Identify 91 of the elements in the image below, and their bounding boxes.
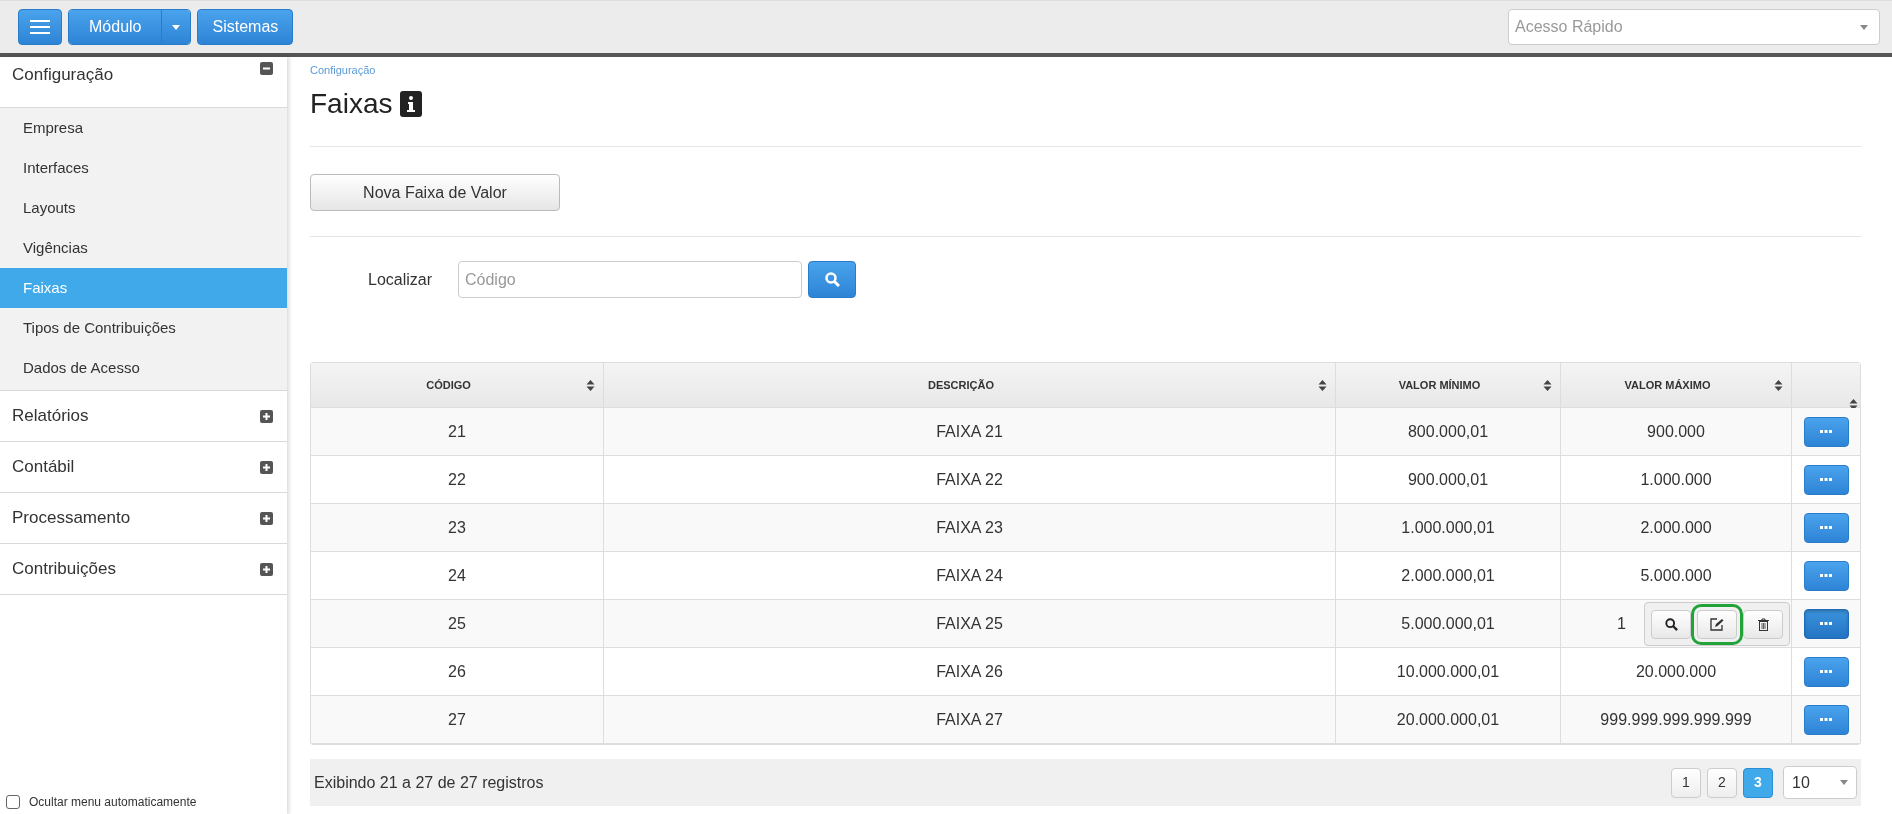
table-cell-text: 20.000.000 [1635, 661, 1717, 682]
quick-access-select[interactable]: Acesso Rápido [1508, 9, 1880, 45]
table-cell-text: 900.000,01 [1407, 469, 1489, 490]
table-cell-text: 2.000.000,01 [1401, 565, 1495, 586]
delete-button[interactable] [1743, 609, 1783, 639]
view-button[interactable] [1651, 609, 1691, 639]
table-cell-text: 1.000.000 [1640, 469, 1712, 490]
sidebar-section[interactable]: Relatórios [0, 391, 287, 442]
table-cell-text: 26 [448, 661, 466, 682]
sort-icon[interactable] [1849, 398, 1858, 411]
table-cell-text: 2.000.000 [1640, 517, 1712, 538]
sidebar-item[interactable]: Dados de Acesso [0, 348, 287, 388]
sort-icon[interactable] [1543, 378, 1552, 392]
new-range-button[interactable]: Nova Faixa de Valor [310, 174, 560, 211]
caret-icon [1860, 25, 1868, 30]
search-button[interactable] [808, 261, 856, 298]
table-cell-text: FAIXA 23 [936, 517, 1003, 538]
sidebar-section[interactable]: Contribuições [0, 544, 287, 595]
menu-icon [30, 20, 50, 34]
dropdown-button[interactable] [162, 10, 191, 44]
table-cell-text: 1 [1617, 613, 1626, 634]
table-cell-text: FAIXA 22 [936, 469, 1003, 490]
table-cell-text: 10.000.000,01 [1396, 661, 1500, 682]
edit-icon [1710, 617, 1724, 631]
row-menu-button[interactable] [1803, 464, 1849, 495]
sidebar-section[interactable]: Contábil [0, 442, 287, 493]
row-menu-button[interactable] [1803, 608, 1849, 639]
menu-button[interactable] [18, 9, 62, 45]
sort-icon[interactable] [1774, 378, 1783, 392]
table-cell-text: 5.000.000 [1640, 565, 1712, 586]
ellipsis-icon [1820, 478, 1832, 481]
search-field[interactable]: Código [458, 261, 802, 298]
table-cell-text: 24 [448, 565, 466, 586]
table-cell-text: 20.000.000,01 [1396, 709, 1500, 730]
trash-icon [1757, 617, 1769, 631]
table-cell-text: 21 [448, 421, 466, 442]
table-cell-text: FAIXA 21 [936, 421, 1003, 442]
page-button[interactable]: 2 [1707, 767, 1737, 798]
checkbox[interactable] [6, 795, 20, 809]
row-menu-button[interactable] [1803, 416, 1849, 447]
sidebar-section[interactable]: Processamento [0, 493, 287, 544]
row-menu-button[interactable] [1803, 560, 1849, 591]
table-cell-text: 22 [448, 469, 466, 490]
column-header[interactable]: VALOR MÍNIMO [1336, 376, 1543, 394]
records-summary: Exibindo 21 a 27 de 27 registros [314, 772, 545, 793]
ellipsis-icon [1820, 718, 1832, 721]
sidebar-item[interactable]: Empresa [0, 108, 287, 148]
row-menu-button[interactable] [1803, 704, 1849, 735]
sidebar-item[interactable]: Interfaces [0, 148, 287, 188]
table-cell-text: FAIXA 26 [936, 661, 1003, 682]
collapse-icon [260, 62, 273, 75]
caret-icon [1840, 780, 1848, 785]
table-cell-text: 25 [448, 613, 466, 634]
expand-icon [260, 511, 273, 525]
search-icon [824, 272, 840, 287]
sort-icon[interactable] [1318, 378, 1327, 392]
ellipsis-icon [1820, 622, 1832, 625]
table-cell-text: FAIXA 27 [936, 709, 1003, 730]
ellipsis-icon [1820, 430, 1832, 433]
expand-icon [260, 460, 273, 474]
checkbox-label: Ocultar menu automaticamente [29, 794, 197, 811]
page-button[interactable]: 1 [1671, 767, 1701, 798]
table-cell-text: 5.000.000,01 [1401, 613, 1495, 634]
search-label: Localizar [368, 269, 434, 290]
caret-icon [172, 24, 181, 30]
page-size-select[interactable]: 10 [1783, 766, 1857, 799]
table-cell-text: 1.000.000,01 [1401, 517, 1495, 538]
table-cell-text: 23 [448, 517, 466, 538]
ellipsis-icon [1820, 574, 1832, 577]
sort-icon[interactable] [586, 378, 595, 392]
column-header[interactable]: CÓDIGO [311, 376, 586, 394]
ellipsis-icon [1820, 526, 1832, 529]
sidebar-item[interactable]: Vigências [0, 228, 287, 268]
page-title: Faixas [310, 87, 393, 121]
expand-icon [260, 409, 273, 423]
expand-icon [260, 562, 273, 576]
table-cell-text: FAIXA 24 [936, 565, 1003, 586]
sidebar-item[interactable]: Layouts [0, 188, 287, 228]
column-header[interactable]: VALOR MÁXIMO [1561, 376, 1774, 394]
table-cell-text: 800.000,01 [1407, 421, 1489, 442]
info-icon[interactable] [400, 91, 423, 117]
table-cell-text: 27 [448, 709, 466, 730]
search-icon [1664, 617, 1678, 631]
ellipsis-icon [1820, 670, 1832, 673]
table-cell-text: FAIXA 25 [936, 613, 1003, 634]
column-header[interactable]: DESCRIÇÃO [604, 376, 1318, 394]
table-cell-text: 999.999.999.999.999 [1600, 709, 1752, 730]
row-menu-button[interactable] [1803, 512, 1849, 543]
row-menu-button[interactable] [1803, 656, 1849, 687]
table-cell-text: 900.000 [1647, 421, 1705, 442]
sidebar-item[interactable]: Tipos de Contribuições [0, 308, 287, 348]
